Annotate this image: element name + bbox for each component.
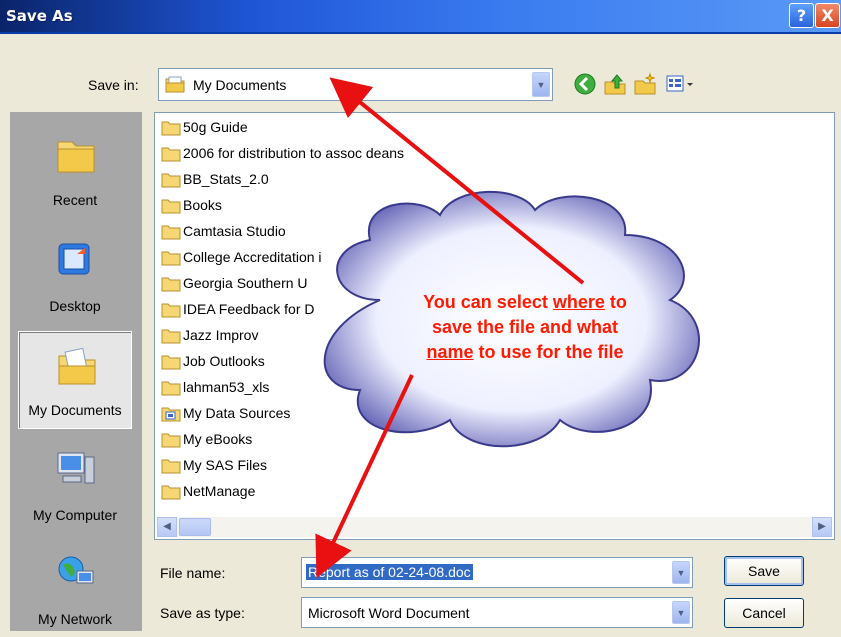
place-recent[interactable]: Recent [18,120,132,218]
folder-icon [161,277,181,292]
horizontal-scrollbar[interactable]: ◀ ▶ [157,517,832,537]
folder-icon [161,433,181,448]
data-source-folder-icon [161,407,181,422]
my-network-icon [58,556,94,584]
place-my-computer[interactable]: My Computer [18,435,132,533]
place-label: My Documents [28,402,122,418]
folder-icon [161,355,181,370]
chevron-down-icon: ▼ [676,567,686,578]
folder-icon [161,303,181,318]
my-computer-icon [57,452,95,484]
save-button[interactable]: Save [724,556,804,586]
folder-icon [161,225,181,240]
help-icon: ? [796,6,807,25]
chevron-down-icon: ▼ [676,607,686,618]
title-bar: Save As ? X [0,0,841,34]
save-as-type-dropdown-arrow[interactable]: ▼ [672,601,690,624]
folder-icon [161,485,181,500]
place-desktop[interactable]: Desktop [18,226,132,324]
places-bar: Recent Desktop My Documents My Computer [10,112,142,631]
folder-icon [161,147,181,162]
save-in-value: My Documents [193,77,287,93]
scrollbar-thumb[interactable] [179,518,211,536]
up-folder-icon[interactable] [603,72,627,96]
close-icon: X [821,6,834,25]
callout-where: where [552,292,605,312]
place-my-network[interactable]: My Network [18,539,132,637]
folder-icon [161,121,181,136]
my-documents-icon [58,347,96,385]
callout-line-2: save the file and what [431,317,619,337]
chevron-right-icon: ▶ [818,521,826,532]
save-in-label: Save in: [88,77,139,93]
folder-icon [161,173,181,188]
close-button[interactable]: X [815,3,840,28]
folder-icon [161,251,181,266]
window-title: Save As [6,7,73,25]
callout-line-1: You can select where to [423,292,627,312]
save-in-dropdown[interactable]: My Documents ▼ [158,68,553,101]
help-button[interactable]: ? [789,3,814,28]
file-name-value: Report as of 02-24-08.doc [306,564,473,580]
cancel-button[interactable]: Cancel [724,598,804,628]
place-label: Recent [52,192,98,208]
chevron-down-icon: ▼ [536,79,546,90]
save-in-dropdown-arrow[interactable]: ▼ [532,72,550,97]
recent-folder-icon [57,141,95,173]
callout-line-3: name to use for the file [426,342,624,362]
my-documents-small-icon [165,76,185,93]
place-label: My Computer [32,507,118,523]
callout-name: name [426,342,474,362]
folder-icon [161,381,181,396]
file-name-dropdown-arrow[interactable]: ▼ [672,561,690,584]
place-label: My Network [38,611,112,627]
save-as-type-value: Microsoft Word Document [308,605,470,621]
desktop-icon [58,243,90,275]
chevron-left-icon: ◀ [163,521,171,532]
views-menu-icon[interactable] [665,72,695,96]
folder-icon [161,329,181,344]
folder-icon [161,199,181,214]
file-name-label: File name: [160,565,226,581]
save-as-type-dropdown[interactable]: Microsoft Word Document ▼ [301,597,693,628]
scroll-left-button[interactable]: ◀ [157,517,177,537]
place-my-documents[interactable]: My Documents [18,331,132,429]
new-folder-icon[interactable] [633,72,657,96]
file-name-field[interactable]: Report as of 02-24-08.doc ▼ [301,557,693,588]
annotation-callout: You can select where to save the file an… [368,290,682,365]
scroll-right-button[interactable]: ▶ [812,517,832,537]
place-label: Desktop [49,298,101,314]
back-icon[interactable] [573,72,597,96]
save-as-type-label: Save as type: [160,605,245,621]
folder-icon [161,459,181,474]
